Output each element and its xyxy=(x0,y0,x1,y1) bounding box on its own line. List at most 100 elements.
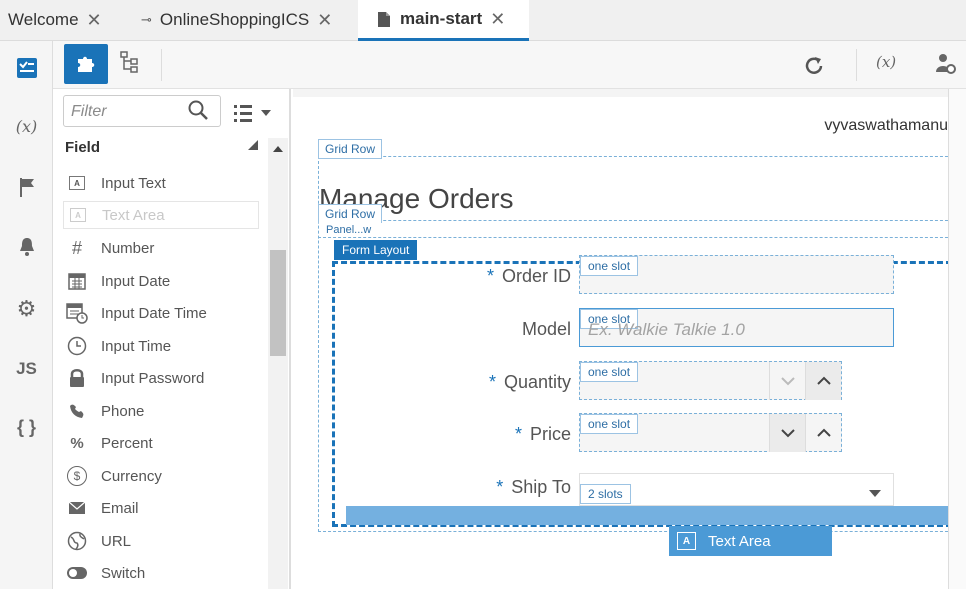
palette-item-label: Text Area xyxy=(102,206,165,224)
chevron-up-icon xyxy=(816,376,831,385)
chevron-down-icon xyxy=(780,377,795,386)
grid-row-outline xyxy=(318,220,958,221)
hash-icon: # xyxy=(71,237,82,258)
palette-item-label: Input Date Time xyxy=(101,304,207,322)
scroll-up-icon[interactable] xyxy=(273,146,283,152)
js-icon[interactable]: JS xyxy=(0,359,53,379)
palette-item-label: Number xyxy=(101,239,155,257)
commit-icon: ⊸ xyxy=(141,12,152,27)
field-label-order-id: * Order ID xyxy=(486,266,571,286)
form-layout-tag[interactable]: Form Layout xyxy=(334,240,418,260)
palette-item-text-area[interactable]: A Text Area xyxy=(63,201,259,229)
panel-outline xyxy=(318,237,958,238)
percent-icon: % xyxy=(70,434,84,452)
palette-item-input-password[interactable]: Input Password xyxy=(65,364,257,392)
palette-item-input-text[interactable]: A Input Text xyxy=(65,169,257,197)
checklist-icon[interactable] xyxy=(0,57,53,85)
increment-button[interactable] xyxy=(805,362,841,400)
order-id-input[interactable]: one slot xyxy=(579,255,894,294)
field-label-ship-to: * Ship To xyxy=(496,477,571,497)
dropdown-caret-icon[interactable] xyxy=(868,489,882,498)
palette-item-currency[interactable]: $ Currency xyxy=(65,462,257,490)
palette-item-input-time[interactable]: Input Time xyxy=(65,332,257,360)
palette-item-number[interactable]: # Number xyxy=(65,234,257,262)
palette-item-switch[interactable]: Switch xyxy=(65,559,257,587)
increment-button[interactable] xyxy=(805,414,841,452)
palette-item-url[interactable]: URL xyxy=(65,527,257,555)
chevron-down-icon xyxy=(780,429,795,438)
quantity-stepper[interactable]: one slot xyxy=(579,361,842,400)
braces-icon[interactable]: { } xyxy=(0,417,53,438)
globe-icon xyxy=(65,531,89,551)
bell-icon[interactable] xyxy=(0,237,53,263)
username: vyvaswathamanu xyxy=(824,117,948,134)
palette-item-label: Email xyxy=(101,499,139,517)
palette-item-label: Switch xyxy=(101,564,146,582)
decrement-button[interactable] xyxy=(769,414,805,452)
palette-item-label: Percent xyxy=(101,434,153,452)
close-icon[interactable]: ✕ xyxy=(87,10,102,31)
text-box-icon: A xyxy=(677,532,696,550)
slot-tag[interactable]: one slot xyxy=(580,414,639,434)
list-view-icon[interactable] xyxy=(233,103,273,123)
grid-row-tag[interactable]: Grid Row xyxy=(318,139,383,159)
model-input[interactable]: one slot Ex. Walkie Talkie 1.0 xyxy=(579,308,894,347)
close-icon[interactable]: ✕ xyxy=(490,9,505,30)
palette-item-label: Input Date xyxy=(101,272,171,290)
envelope-icon xyxy=(65,498,89,518)
palette-item-email[interactable]: Email xyxy=(65,494,257,522)
scroll-thumb[interactable] xyxy=(270,250,286,356)
puzzle-icon xyxy=(78,56,95,72)
grid-row-tag[interactable]: Grid Row xyxy=(318,204,383,223)
tab-welcome[interactable]: Welcome ✕ xyxy=(0,0,113,40)
design-canvas[interactable]: vyvaswathamanu Grid Row Manage Orders Gr… xyxy=(293,89,958,589)
calendar-clock-icon xyxy=(65,303,89,324)
properties-panel-edge[interactable] xyxy=(948,89,966,589)
palette-scrollbar[interactable] xyxy=(268,138,288,589)
designer-toolbar: (x) xyxy=(291,41,966,89)
drag-ghost-text-area[interactable]: A Text Area xyxy=(669,526,832,556)
variables-button[interactable]: (x) xyxy=(876,53,896,71)
tab-label: main-start xyxy=(400,9,483,28)
section-header-field[interactable]: Field xyxy=(65,139,100,156)
gear-icon[interactable]: ⚙ xyxy=(0,296,53,322)
field-label-price: * Price xyxy=(514,424,571,444)
user-settings-icon[interactable] xyxy=(935,52,957,76)
palette-item-label: Currency xyxy=(101,467,162,485)
palette-item-input-date[interactable]: Input Date xyxy=(65,267,257,295)
page-preview: vyvaswathamanu Grid Row Manage Orders Gr… xyxy=(293,97,958,589)
flag-icon[interactable] xyxy=(0,177,53,203)
drag-ghost-label: Text Area xyxy=(708,532,771,550)
divider xyxy=(856,49,857,81)
tab-onlineshoppingics[interactable]: ⊸ OnlineShoppingICS ✕ xyxy=(113,0,358,40)
structure-button[interactable] xyxy=(119,50,147,78)
drop-indicator xyxy=(346,506,948,525)
tree-icon xyxy=(120,51,138,73)
palette-item-input-date-time[interactable]: Input Date Time xyxy=(65,299,257,327)
palette-item-percent[interactable]: % Percent xyxy=(65,429,257,457)
variable-icon[interactable]: (x) xyxy=(0,117,53,136)
palette-item-label: Phone xyxy=(101,402,145,420)
slot-tag[interactable]: one slot xyxy=(580,256,639,276)
tab-main-start[interactable]: main-start ✕ xyxy=(358,0,529,41)
collapse-icon[interactable] xyxy=(248,140,258,150)
price-stepper[interactable]: one slot xyxy=(579,413,842,452)
component-palette: Filter Field A Input Text A Text Area # … xyxy=(53,41,291,589)
palette-item-label: Input Text xyxy=(101,174,166,192)
close-icon[interactable]: ✕ xyxy=(317,10,332,31)
chevron-up-icon xyxy=(816,428,831,437)
slot-tag[interactable]: 2 slots xyxy=(580,484,631,504)
components-button[interactable] xyxy=(64,44,108,84)
palette-item-label: URL xyxy=(101,532,132,550)
slot-tag[interactable]: one slot xyxy=(580,362,639,382)
palette-item-phone[interactable]: Phone xyxy=(65,397,257,425)
divider xyxy=(161,49,162,81)
decrement-button[interactable] xyxy=(769,362,805,400)
toggle-icon xyxy=(65,563,89,583)
search-icon[interactable] xyxy=(187,99,209,121)
panel-tag[interactable]: Panel...w xyxy=(326,224,371,236)
refresh-icon[interactable] xyxy=(803,55,825,77)
ship-to-select[interactable]: 2 slots xyxy=(579,473,894,506)
calendar-icon xyxy=(65,271,89,291)
tab-label: OnlineShoppingICS xyxy=(159,10,310,29)
